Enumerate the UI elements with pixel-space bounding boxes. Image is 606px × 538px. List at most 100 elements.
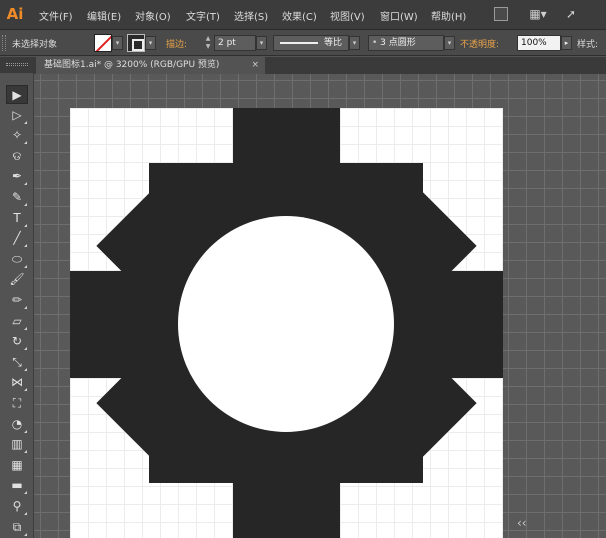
- stroke-profile-dropdown[interactable]: ▾: [349, 36, 360, 50]
- pencil-icon: ✏: [11, 293, 23, 307]
- pen-tool[interactable]: ✒: [6, 167, 28, 186]
- scale-tool[interactable]: ⤡: [6, 353, 28, 372]
- gear-tooth-top: [233, 108, 340, 198]
- workspace-layout-icon[interactable]: ▦▾: [527, 6, 549, 22]
- menu-select[interactable]: 选择(S): [234, 8, 268, 23]
- line-segment-icon: ╱: [13, 231, 21, 246]
- gear-icon[interactable]: [70, 108, 503, 538]
- free-transform-tool[interactable]: ⛶: [6, 394, 28, 413]
- brush-definition-label: 3 点圆形: [380, 38, 416, 48]
- menu-help[interactable]: 帮助(H): [431, 8, 466, 23]
- opacity-field[interactable]: 100%: [517, 35, 561, 51]
- tool-group-indicator-icon: [24, 182, 27, 186]
- tools-panel-header[interactable]: [0, 57, 34, 73]
- free-transform-icon: ⛶: [12, 396, 22, 410]
- gradient-icon: ▬: [11, 478, 23, 493]
- gear-artwork[interactable]: [70, 108, 503, 538]
- blend-icon: ⧉: [12, 519, 22, 534]
- pencil-tool[interactable]: ✏: [6, 291, 28, 310]
- stroke-swatch[interactable]: [127, 34, 145, 52]
- stroke-label[interactable]: 描边:: [166, 37, 187, 50]
- tool-group-indicator-icon: [24, 347, 27, 351]
- app-logo: Ai: [6, 5, 24, 23]
- stroke-weight-dropdown[interactable]: ▾: [256, 36, 267, 50]
- tool-group-indicator-icon: [24, 429, 27, 433]
- tool-group-indicator-icon: [24, 203, 27, 206]
- opacity-slider-toggle[interactable]: ▸: [561, 36, 572, 50]
- paintbrush-icon: 🖌: [9, 272, 25, 287]
- tool-group-indicator-icon: [24, 388, 27, 392]
- lasso-icon: ଡ: [12, 148, 22, 163]
- rotate-icon: ↻: [11, 334, 23, 349]
- document-tab[interactable]: 基础图标1.ai* @ 3200% (RGB/GPU 预览) ×: [36, 57, 265, 74]
- stroke-weight-field[interactable]: 2 pt: [214, 35, 256, 51]
- eyedropper-tool[interactable]: ⚲: [6, 497, 28, 516]
- direct-selection-tool[interactable]: ▷: [6, 106, 28, 125]
- control-bar-grip[interactable]: [2, 35, 6, 51]
- eraser-tool[interactable]: ▱: [6, 312, 28, 331]
- shape-builder-icon: ◔: [11, 416, 23, 431]
- line-segment-tool[interactable]: ╱: [6, 229, 28, 248]
- tool-group-indicator-icon: [24, 223, 27, 227]
- stroke-weight-stepper[interactable]: ▲ ▼: [203, 35, 213, 51]
- selection-tool[interactable]: ▶: [6, 85, 28, 104]
- blend-tool[interactable]: ⧉: [6, 518, 28, 537]
- fill-dropdown[interactable]: ▾: [112, 36, 123, 50]
- menu-view[interactable]: 视图(V): [330, 8, 365, 23]
- curvature-tool[interactable]: ✎: [6, 188, 28, 207]
- direct-selection-icon: ▷: [12, 107, 22, 122]
- menu-effect[interactable]: 效果(C): [282, 8, 317, 23]
- tool-group-indicator-icon: [24, 264, 27, 268]
- stroke-profile-select[interactable]: 等比: [273, 35, 349, 51]
- lasso-tool[interactable]: ଡ: [6, 147, 28, 166]
- tool-group-indicator-icon: [24, 450, 27, 454]
- tools-panel: ▶ ▷ ✧ ଡ ✒ ✎ T ╱ ⬭ 🖌 ✏ ▱ ↻ ⤡ ⋈ ⛶ ◔ ▥ ▦ ▬ ⚲ ⧉: [0, 57, 34, 538]
- menu-window[interactable]: 窗口(W): [380, 8, 418, 23]
- paintbrush-tool[interactable]: 🖌: [6, 270, 28, 289]
- panel-grip-icon: [6, 63, 28, 66]
- tool-group-indicator-icon: [24, 532, 27, 536]
- brush-definition-dropdown[interactable]: ▾: [444, 36, 455, 50]
- selection-icon: ▶: [12, 88, 22, 102]
- magic-wand-icon: ✧: [11, 128, 23, 143]
- tool-group-indicator-icon: [24, 141, 27, 145]
- eyedropper-icon: ⚲: [12, 499, 22, 513]
- type-tool[interactable]: T: [6, 209, 28, 228]
- ellipse-tool[interactable]: ⬭: [6, 250, 28, 269]
- gear-center-hole: [178, 216, 394, 432]
- stroke-profile-label: 等比: [324, 38, 343, 48]
- canvas[interactable]: ‹‹: [34, 74, 606, 538]
- rotate-tool[interactable]: ↻: [6, 332, 28, 351]
- menu-object[interactable]: 对象(O): [135, 8, 171, 23]
- menu-file[interactable]: 文件(F): [39, 8, 73, 23]
- artboard[interactable]: [70, 108, 503, 538]
- shape-builder-tool[interactable]: ◔: [6, 415, 28, 434]
- type-icon: T: [13, 210, 21, 225]
- tool-group-indicator-icon: [24, 512, 27, 515]
- graph-tool[interactable]: ▥: [6, 435, 28, 454]
- tool-group-indicator-icon: [24, 326, 27, 330]
- pen-icon: ✒: [11, 169, 23, 184]
- gradient-tool[interactable]: ▬: [6, 476, 28, 495]
- opacity-label[interactable]: 不透明度:: [460, 37, 499, 50]
- brush-definition-select[interactable]: • 3 点圆形: [368, 35, 444, 51]
- mesh-tool[interactable]: ▦: [6, 456, 28, 475]
- fill-swatch[interactable]: [94, 34, 112, 52]
- close-icon[interactable]: ×: [251, 57, 259, 74]
- tool-group-indicator-icon: [24, 491, 27, 495]
- menu-type[interactable]: 文字(T): [186, 8, 220, 23]
- brush-dot-icon: •: [372, 38, 381, 48]
- tool-group-indicator-icon: [24, 244, 27, 248]
- width-icon: ⋈: [11, 375, 23, 390]
- menu-edit[interactable]: 编辑(E): [87, 8, 121, 23]
- rocket-icon[interactable]: ➚: [562, 6, 580, 22]
- magic-wand-tool[interactable]: ✧: [6, 126, 28, 145]
- tool-group-indicator-icon: [24, 120, 27, 124]
- eraser-icon: ▱: [12, 313, 22, 328]
- bridge-icon[interactable]: [494, 7, 508, 21]
- selection-status: 未选择对象: [12, 40, 58, 50]
- width-tool[interactable]: ⋈: [6, 373, 28, 392]
- watermark-mark: ‹‹: [517, 516, 527, 530]
- stroke-dropdown[interactable]: ▾: [145, 36, 156, 50]
- control-bar: 未选择对象 ▾ ▾ 描边: ▲ ▼ 2 pt ▾ 等比 ▾ • 3 点圆形 ▾ 不…: [0, 30, 606, 56]
